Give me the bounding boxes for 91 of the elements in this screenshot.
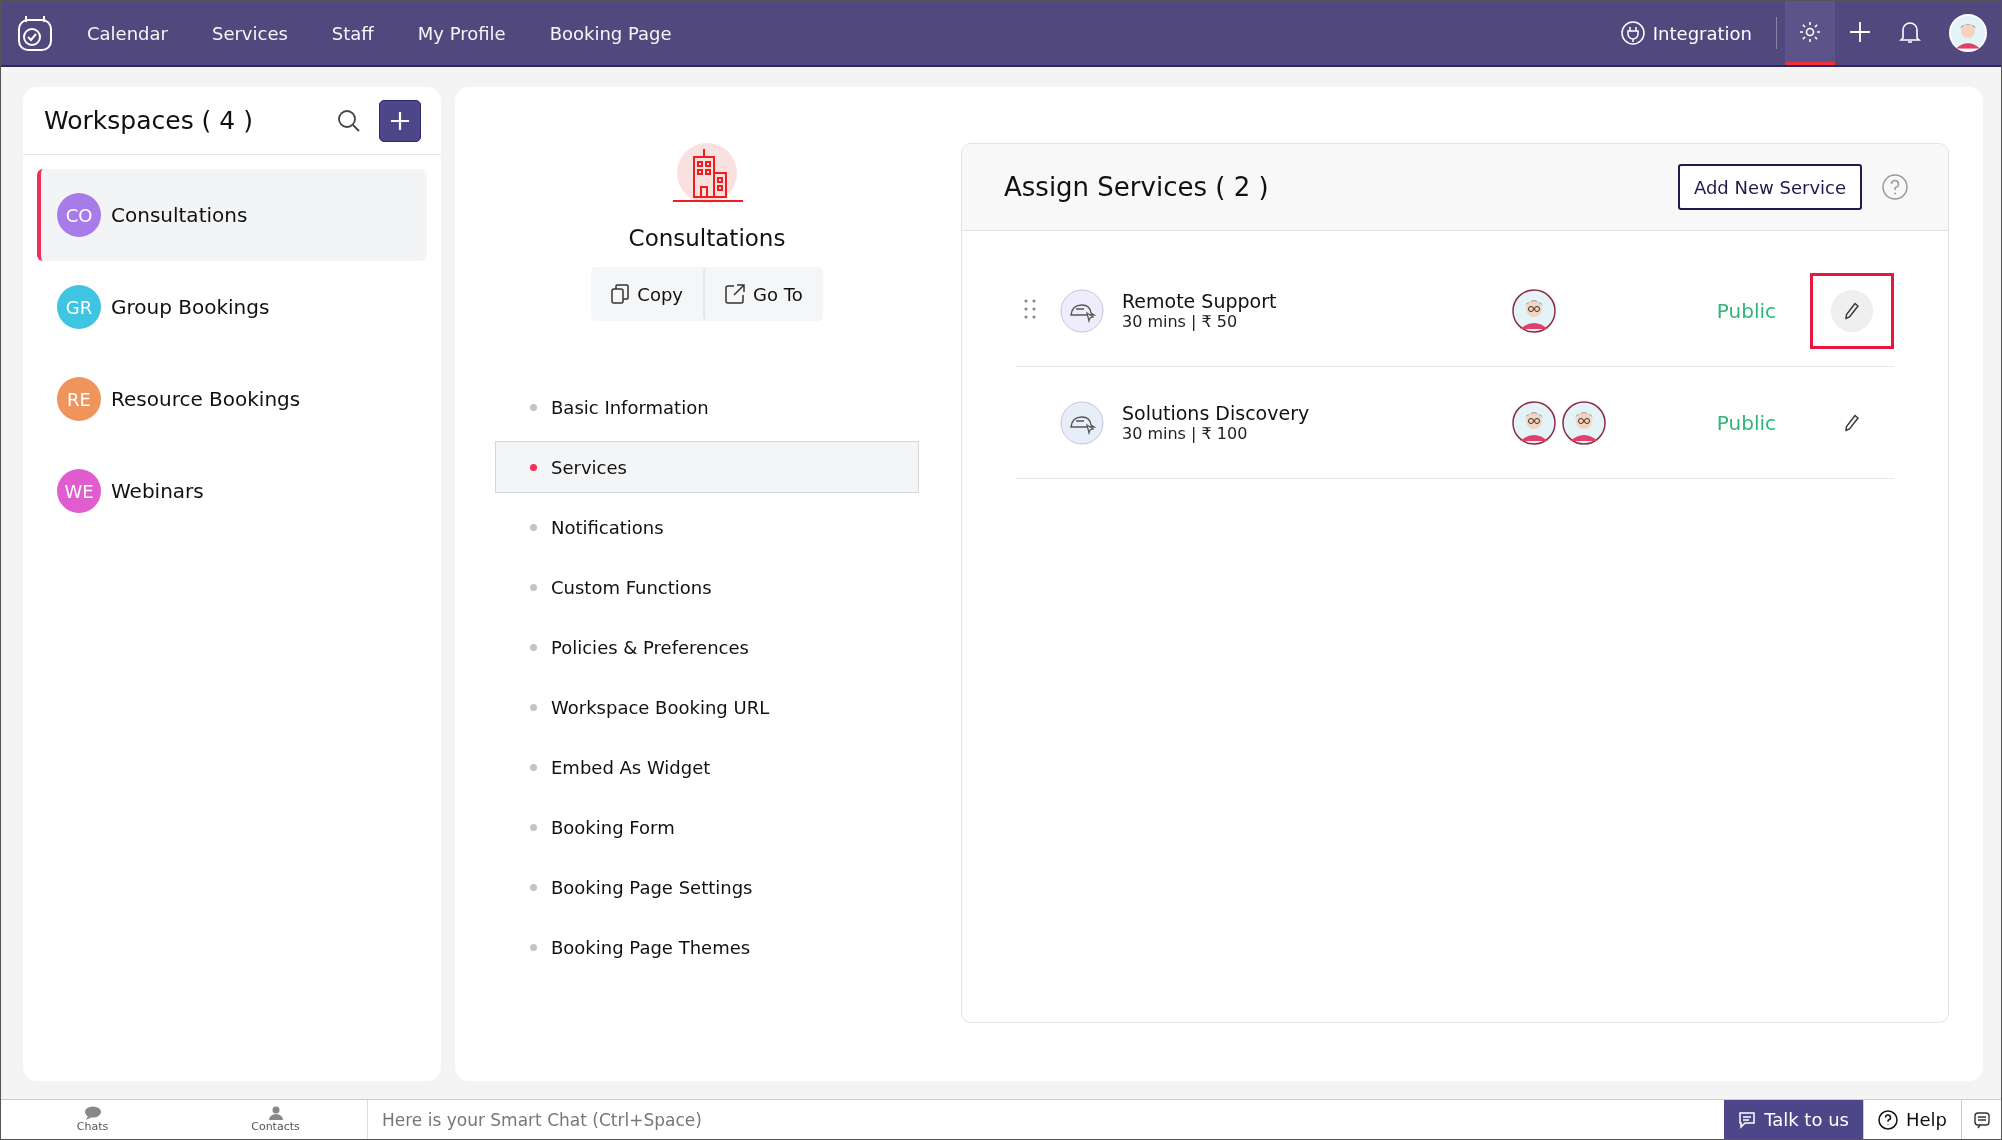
edit-button[interactable] bbox=[1810, 272, 1894, 349]
talk-to-us-button[interactable]: Talk to us bbox=[1724, 1100, 1863, 1139]
initials-avatar: CO bbox=[57, 193, 101, 237]
settings-menu-item[interactable]: Booking Page Settings bbox=[495, 861, 919, 913]
workspace-name: Consultations bbox=[111, 203, 248, 227]
bullet-icon bbox=[530, 463, 537, 471]
workspace-title: Consultations bbox=[628, 225, 786, 251]
settings-menu-item[interactable]: Services bbox=[495, 441, 919, 493]
settings-menu-item[interactable]: Booking Form bbox=[495, 801, 919, 853]
nav-link[interactable]: Booking Page bbox=[549, 22, 672, 44]
footer-tab[interactable]: Chats bbox=[1, 1100, 184, 1139]
service-name: Solutions Discovery bbox=[1122, 402, 1311, 424]
search-icon[interactable] bbox=[337, 108, 361, 133]
external-link-icon bbox=[725, 284, 745, 304]
help-button[interactable]: Help bbox=[1862, 1100, 1961, 1139]
bell-icon bbox=[1899, 19, 1921, 44]
workspace-item[interactable]: CO Consultations bbox=[37, 169, 427, 261]
nav-link[interactable]: Services bbox=[211, 22, 288, 44]
smart-chat-field[interactable]: Here is your Smart Chat (Ctrl+Space) bbox=[367, 1100, 1725, 1139]
settings-menu-item[interactable]: Notifications bbox=[495, 501, 919, 553]
bullet-icon bbox=[530, 883, 537, 891]
chat-icon bbox=[1738, 1110, 1757, 1129]
menu-label: Workspace Booking URL bbox=[551, 696, 770, 718]
toolbar-button[interactable] bbox=[1785, 1, 1835, 65]
menu-label: Basic Information bbox=[551, 396, 709, 418]
settings-menu-item[interactable]: Embed As Widget bbox=[495, 741, 919, 793]
settings-menu-item[interactable]: Policies & Preferences bbox=[495, 621, 919, 673]
add-service-button[interactable]: Add New Service bbox=[1677, 164, 1862, 210]
settings-icon bbox=[1798, 19, 1822, 44]
help-icon[interactable] bbox=[1882, 174, 1908, 200]
service-name: Remote Support bbox=[1122, 290, 1278, 312]
visibility-status: Public bbox=[1716, 410, 1776, 435]
add-workspace-button[interactable] bbox=[379, 99, 421, 142]
menu-label: Booking Page Themes bbox=[551, 936, 751, 958]
menu-label: Services bbox=[551, 456, 627, 478]
workspace-name: Resource Bookings bbox=[111, 387, 301, 411]
workspace-name: Group Bookings bbox=[111, 295, 270, 319]
nav-link[interactable]: Calendar bbox=[87, 22, 168, 44]
service-row[interactable]: Remote Support 30 mins | ₹ 50 Public bbox=[1016, 255, 1894, 367]
settings-menu-item[interactable]: Basic Information bbox=[495, 381, 919, 433]
initials-avatar: WE bbox=[57, 469, 101, 513]
bullet-icon bbox=[530, 703, 537, 711]
workspace-item[interactable]: GR Group Bookings bbox=[37, 261, 427, 353]
workspace-item[interactable]: RE Resource Bookings bbox=[37, 353, 427, 445]
help-icon bbox=[1877, 1109, 1898, 1130]
panel-title: Workspaces ( 4 ) bbox=[44, 106, 254, 135]
menu-label: Notifications bbox=[551, 516, 664, 538]
menu-label: Policies & Preferences bbox=[551, 636, 749, 658]
copy-icon bbox=[611, 284, 630, 304]
settings-menu-item[interactable]: Workspace Booking URL bbox=[495, 681, 919, 733]
staff-avatar-icon bbox=[1512, 288, 1556, 333]
settings-menu-item[interactable]: Custom Functions bbox=[495, 561, 919, 613]
plus-icon bbox=[390, 110, 410, 131]
notes-button[interactable] bbox=[1961, 1100, 2001, 1139]
plug-icon bbox=[1620, 21, 1645, 45]
workspace-item[interactable]: WE Webinars bbox=[37, 445, 427, 537]
footer-tab[interactable]: Contacts bbox=[184, 1100, 367, 1139]
integration-button[interactable]: Integration bbox=[1604, 21, 1768, 45]
person-icon bbox=[267, 1106, 284, 1120]
calendar-check-logo-icon[interactable] bbox=[15, 13, 55, 53]
service-row[interactable]: Solutions Discovery 30 mins | ₹ 100 Public bbox=[1016, 367, 1894, 479]
chat-box-icon bbox=[1972, 1110, 1991, 1129]
add-icon bbox=[1848, 19, 1872, 44]
bullet-icon bbox=[530, 523, 537, 531]
bullet-icon bbox=[530, 643, 537, 651]
service-duration-price: 30 mins | ₹ 100 bbox=[1122, 424, 1249, 443]
menu-label: Custom Functions bbox=[551, 576, 712, 598]
nav-link[interactable]: Staff bbox=[331, 22, 374, 44]
card-title: Assign Services ( 2 ) bbox=[1004, 172, 1270, 202]
settings-menu-item[interactable]: Booking Page Themes bbox=[495, 921, 919, 973]
bullet-icon bbox=[530, 943, 537, 951]
visibility-status: Public bbox=[1716, 298, 1776, 323]
initials-avatar: RE bbox=[57, 377, 101, 421]
menu-label: Embed As Widget bbox=[551, 756, 711, 778]
bullet-icon bbox=[530, 403, 537, 411]
pencil-icon bbox=[1844, 413, 1860, 432]
menu-label: Booking Form bbox=[551, 816, 675, 838]
initials-avatar: GR bbox=[57, 285, 101, 329]
workspace-name: Webinars bbox=[111, 479, 204, 503]
bullet-icon bbox=[530, 823, 537, 831]
staff-avatar-icon bbox=[1512, 400, 1556, 445]
drag-handle-icon[interactable] bbox=[1024, 298, 1036, 319]
user-avatar-icon[interactable] bbox=[1949, 14, 1987, 52]
chat-bubble-icon bbox=[83, 1106, 102, 1120]
staff-avatar-icon bbox=[1562, 400, 1606, 445]
service-duration-price: 30 mins | ₹ 50 bbox=[1122, 312, 1239, 331]
bullet-icon bbox=[530, 583, 537, 591]
nav-link[interactable]: My Profile bbox=[417, 22, 506, 44]
menu-label: Booking Page Settings bbox=[551, 876, 753, 898]
pencil-icon bbox=[1844, 301, 1860, 320]
bullet-icon bbox=[530, 763, 537, 771]
